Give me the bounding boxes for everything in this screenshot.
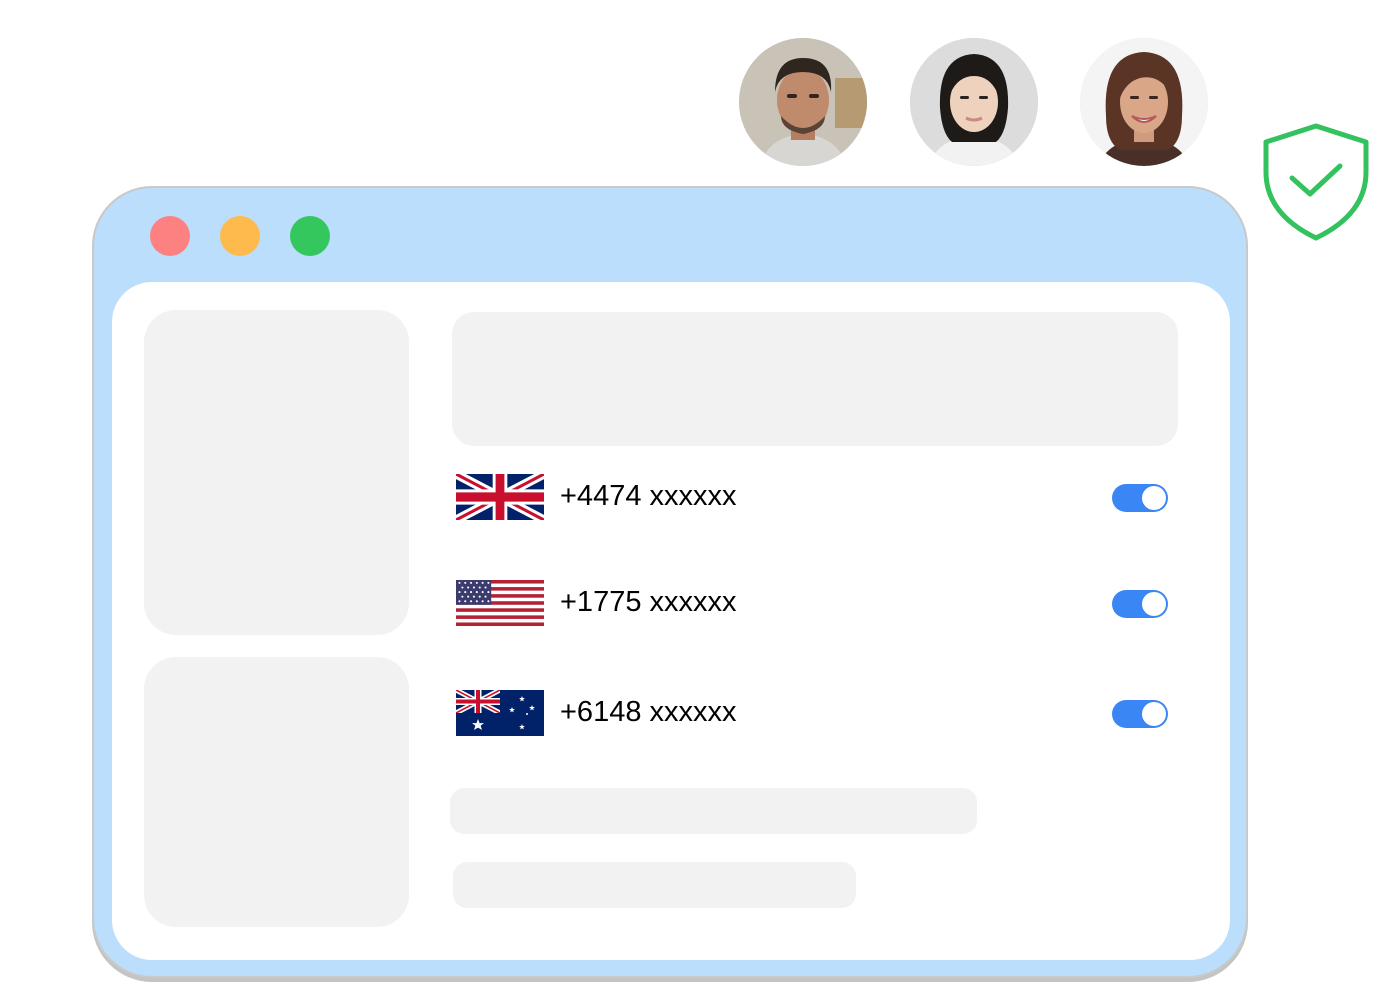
us-flag-icon	[456, 580, 544, 626]
phone-enabled-toggle[interactable]	[1112, 700, 1168, 728]
toggle-knob	[1142, 592, 1166, 616]
au-flag-icon	[456, 690, 544, 736]
window-close-button[interactable]	[150, 216, 190, 256]
window-minimize-button[interactable]	[220, 216, 260, 256]
phone-row-au: +6148 xxxxxx	[456, 688, 1172, 738]
text-placeholder-bar	[453, 862, 856, 908]
sidebar-placeholder-bottom	[144, 657, 409, 927]
shield-check-icon	[1263, 123, 1369, 241]
phone-row-us: +1775 xxxxxx	[456, 578, 1172, 628]
phone-enabled-toggle[interactable]	[1112, 590, 1168, 618]
phone-number: +1775 xxxxxx	[560, 586, 737, 618]
window-maximize-button[interactable]	[290, 216, 330, 256]
phone-number: +4474 xxxxxx	[560, 480, 737, 512]
phone-enabled-toggle[interactable]	[1112, 484, 1168, 512]
text-placeholder-bar	[450, 788, 977, 834]
window-content: +4474 xxxxxx +1775 xxxxxx +6148 xxxxxx	[112, 282, 1230, 960]
banner-placeholder	[452, 312, 1178, 446]
phone-number: +6148 xxxxxx	[560, 696, 737, 728]
toggle-knob	[1142, 702, 1166, 726]
phone-row-uk: +4474 xxxxxx	[456, 472, 1172, 522]
uk-flag-icon	[456, 474, 544, 520]
male-avatar-icon	[739, 38, 867, 166]
female-avatar-icon	[1080, 38, 1208, 166]
illustration: +4474 xxxxxx +1775 xxxxxx +6148 xxxxxx	[0, 0, 1400, 1000]
female-avatar-icon	[910, 38, 1038, 166]
sidebar-placeholder-top	[144, 310, 409, 635]
browser-window: +4474 xxxxxx +1775 xxxxxx +6148 xxxxxx	[92, 186, 1248, 978]
toggle-knob	[1142, 486, 1166, 510]
